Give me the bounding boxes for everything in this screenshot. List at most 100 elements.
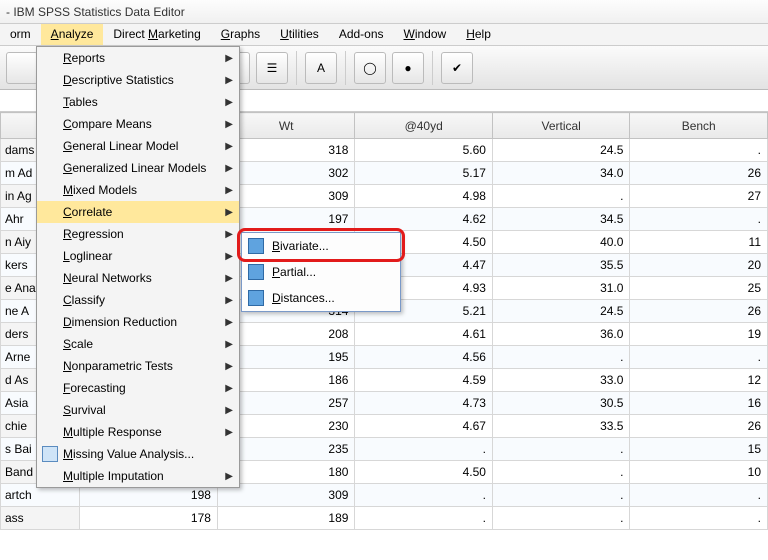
data-cell[interactable]: . xyxy=(492,185,630,208)
data-cell[interactable]: 4.73 xyxy=(355,392,493,415)
submenu-arrow-icon: ▶ xyxy=(225,361,233,372)
toolbar-btn-1[interactable] xyxy=(6,52,38,84)
menu-utilities[interactable]: Utilities xyxy=(270,24,329,45)
menu-window[interactable]: Window xyxy=(394,24,457,45)
toolbar-btn-spellcheck-icon[interactable]: ✔ xyxy=(441,52,473,84)
data-cell[interactable]: 189 xyxy=(217,507,355,530)
data-cell[interactable]: 24.5 xyxy=(492,139,630,162)
data-cell[interactable]: . xyxy=(630,346,768,369)
data-cell[interactable]: . xyxy=(630,139,768,162)
menu-item-label: Reports xyxy=(63,51,105,65)
analyze-menu-general-linear-model[interactable]: General Linear Model▶ xyxy=(37,135,239,157)
analyze-menu-scale[interactable]: Scale▶ xyxy=(37,333,239,355)
data-cell[interactable]: 15 xyxy=(630,438,768,461)
data-cell[interactable]: 16 xyxy=(630,392,768,415)
submenu-arrow-icon: ▶ xyxy=(225,339,233,350)
correlate-submenu-bivariate-[interactable]: Bivariate... xyxy=(242,233,400,259)
menu-analyze[interactable]: Analyze xyxy=(41,24,104,45)
data-cell[interactable]: . xyxy=(630,208,768,231)
menu-help[interactable]: Help xyxy=(456,24,501,45)
data-cell[interactable]: . xyxy=(630,507,768,530)
toolbar-btn-label-icon[interactable]: A xyxy=(305,52,337,84)
data-cell[interactable]: 25 xyxy=(630,277,768,300)
data-cell[interactable]: 40.0 xyxy=(492,231,630,254)
data-cell[interactable]: 4.50 xyxy=(355,461,493,484)
analyze-menu-compare-means[interactable]: Compare Means▶ xyxy=(37,113,239,135)
analyze-menu-survival[interactable]: Survival▶ xyxy=(37,399,239,421)
data-cell[interactable]: 24.5 xyxy=(492,300,630,323)
data-cell[interactable]: . xyxy=(492,507,630,530)
toolbar-btn-list-icon[interactable]: ☰ xyxy=(256,52,288,84)
analyze-menu-forecasting[interactable]: Forecasting▶ xyxy=(37,377,239,399)
correlate-submenu-distances-[interactable]: Distances... xyxy=(242,285,400,311)
data-cell[interactable]: 34.0 xyxy=(492,162,630,185)
submenu-arrow-icon: ▶ xyxy=(225,383,233,394)
analyze-menu-nonparametric-tests[interactable]: Nonparametric Tests▶ xyxy=(37,355,239,377)
data-cell[interactable]: 4.98 xyxy=(355,185,493,208)
analyze-menu-loglinear[interactable]: Loglinear▶ xyxy=(37,245,239,267)
toolbar-btn-circle-icon[interactable]: ● xyxy=(392,52,424,84)
submenu-arrow-icon: ▶ xyxy=(225,295,233,306)
data-cell[interactable]: 5.17 xyxy=(355,162,493,185)
analyze-menu-multiple-response[interactable]: Multiple Response▶ xyxy=(37,421,239,443)
menu-add-ons[interactable]: Add-ons xyxy=(329,24,394,45)
analyze-menu-multiple-imputation[interactable]: Multiple Imputation▶ xyxy=(37,465,239,487)
data-cell[interactable]: . xyxy=(355,484,493,507)
correlate-submenu-partial-[interactable]: Partial... xyxy=(242,259,400,285)
data-cell[interactable]: 26 xyxy=(630,415,768,438)
data-cell[interactable]: 5.60 xyxy=(355,139,493,162)
data-cell[interactable]: . xyxy=(630,484,768,507)
data-cell[interactable]: 30.5 xyxy=(492,392,630,415)
submenu-arrow-icon: ▶ xyxy=(225,185,233,196)
submenu-arrow-icon: ▶ xyxy=(225,273,233,284)
data-cell[interactable]: 178 xyxy=(80,507,218,530)
data-cell[interactable]: . xyxy=(492,461,630,484)
data-cell[interactable]: 33.0 xyxy=(492,369,630,392)
data-cell[interactable]: 4.59 xyxy=(355,369,493,392)
analyze-menu-neural-networks[interactable]: Neural Networks▶ xyxy=(37,267,239,289)
data-cell[interactable]: . xyxy=(492,438,630,461)
data-cell[interactable]: . xyxy=(492,484,630,507)
menu-orm[interactable]: orm xyxy=(0,24,41,45)
row-header[interactable]: ass xyxy=(1,507,80,530)
column-header[interactable]: @40yd xyxy=(355,113,493,139)
data-cell[interactable]: 4.56 xyxy=(355,346,493,369)
data-cell[interactable]: 12 xyxy=(630,369,768,392)
data-cell[interactable]: 20 xyxy=(630,254,768,277)
analyze-menu-correlate[interactable]: Correlate▶ xyxy=(37,201,239,223)
data-cell[interactable]: 26 xyxy=(630,300,768,323)
data-cell[interactable]: . xyxy=(355,438,493,461)
data-cell[interactable]: 35.5 xyxy=(492,254,630,277)
column-header[interactable]: Bench xyxy=(630,113,768,139)
analyze-menu-missing-value-analysis-[interactable]: Missing Value Analysis... xyxy=(37,443,239,465)
data-cell[interactable]: . xyxy=(355,507,493,530)
analyze-menu-tables[interactable]: Tables▶ xyxy=(37,91,239,113)
menu-direct-marketing[interactable]: Direct Marketing xyxy=(103,24,210,45)
data-cell[interactable]: . xyxy=(492,346,630,369)
data-cell[interactable]: 10 xyxy=(630,461,768,484)
data-cell[interactable]: 27 xyxy=(630,185,768,208)
analyze-menu-descriptive-statistics[interactable]: Descriptive Statistics▶ xyxy=(37,69,239,91)
column-header[interactable]: Vertical xyxy=(492,113,630,139)
analyze-menu-reports[interactable]: Reports▶ xyxy=(37,47,239,69)
data-cell[interactable]: 34.5 xyxy=(492,208,630,231)
analyze-menu-classify[interactable]: Classify▶ xyxy=(37,289,239,311)
analyze-menu-mixed-models[interactable]: Mixed Models▶ xyxy=(37,179,239,201)
data-cell[interactable]: 26 xyxy=(630,162,768,185)
window-title: - IBM SPSS Statistics Data Editor xyxy=(0,0,768,24)
analyze-menu-regression[interactable]: Regression▶ xyxy=(37,223,239,245)
analyze-menu-dimension-reduction[interactable]: Dimension Reduction▶ xyxy=(37,311,239,333)
data-cell[interactable]: 33.5 xyxy=(492,415,630,438)
data-cell[interactable]: 11 xyxy=(630,231,768,254)
menu-graphs[interactable]: Graphs xyxy=(211,24,270,45)
data-cell[interactable]: 4.61 xyxy=(355,323,493,346)
analyze-menu-generalized-linear-models[interactable]: Generalized Linear Models▶ xyxy=(37,157,239,179)
data-cell[interactable]: 36.0 xyxy=(492,323,630,346)
toolbar-divider xyxy=(345,51,346,85)
toolbar-btn-circles-icon[interactable]: ◯ xyxy=(354,52,386,84)
menu-item-label: Loglinear xyxy=(63,249,112,263)
data-cell[interactable]: 31.0 xyxy=(492,277,630,300)
data-cell[interactable]: 19 xyxy=(630,323,768,346)
data-cell[interactable]: 4.67 xyxy=(355,415,493,438)
data-cell[interactable]: 4.62 xyxy=(355,208,493,231)
